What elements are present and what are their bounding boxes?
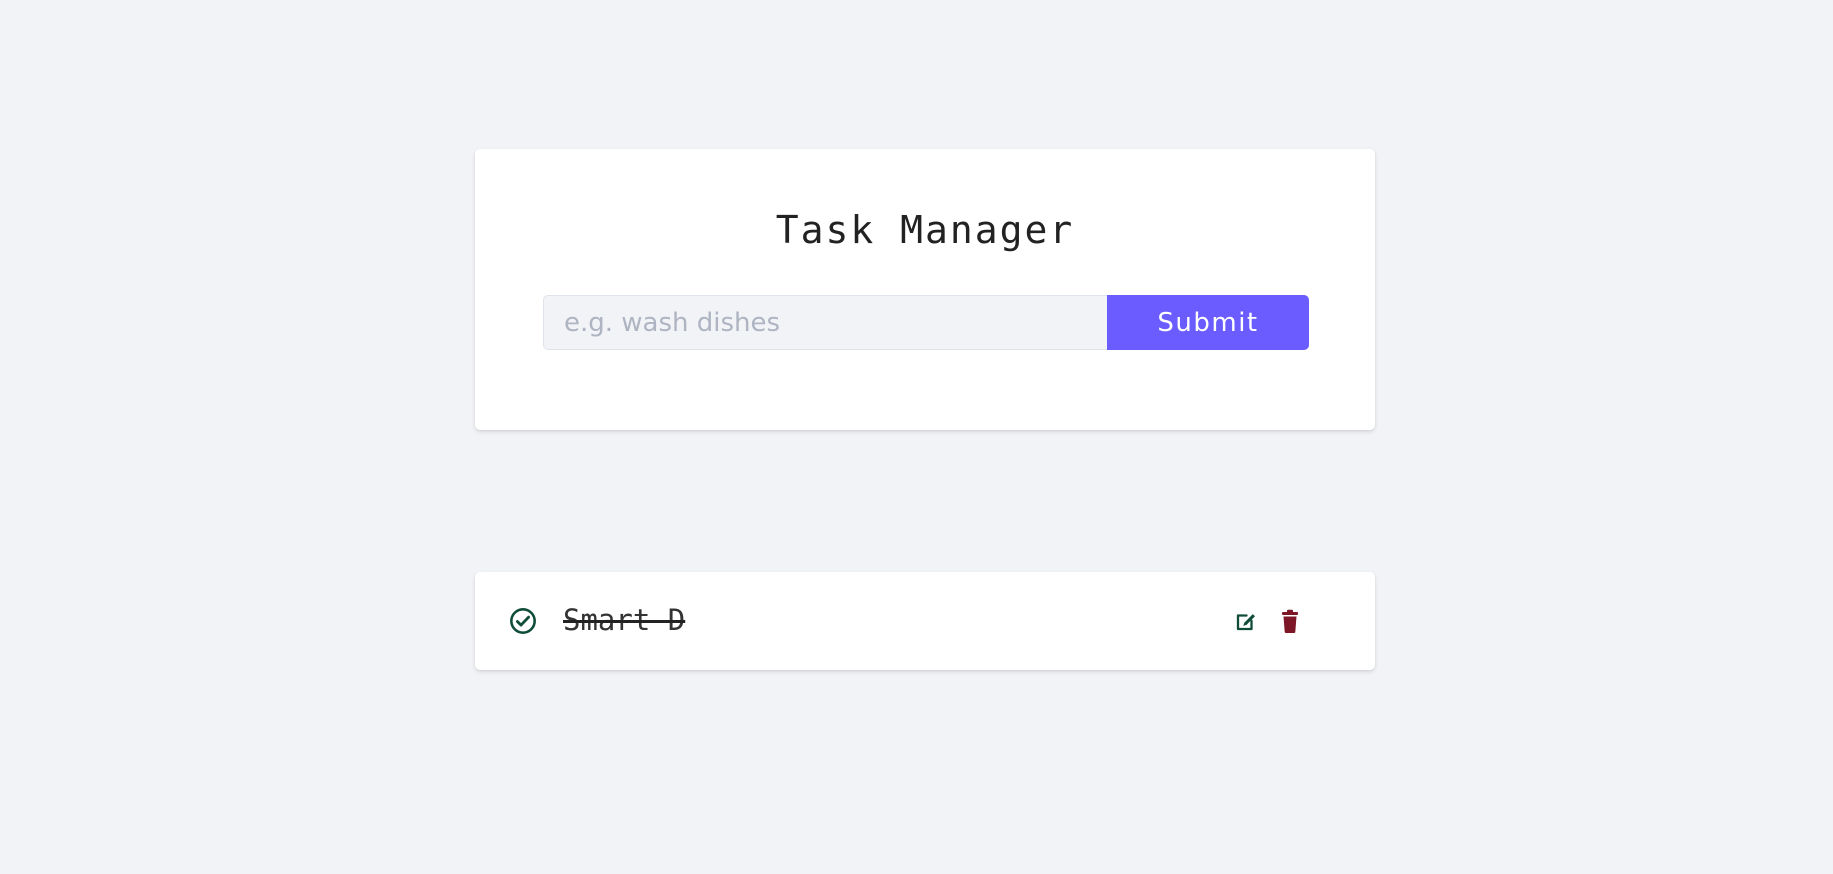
task-form-card: Task Manager Submit xyxy=(475,149,1375,430)
task-form: Submit xyxy=(543,295,1309,350)
task-item: Smart D xyxy=(475,572,1375,670)
trash-icon[interactable] xyxy=(1280,609,1300,633)
task-input[interactable] xyxy=(543,295,1107,350)
page-title: Task Manager xyxy=(775,208,1075,252)
check-circle-icon[interactable] xyxy=(509,607,537,635)
submit-button[interactable]: Submit xyxy=(1107,295,1309,350)
edit-icon[interactable] xyxy=(1234,609,1258,633)
task-text: Smart D xyxy=(563,603,686,637)
task-list: Smart D xyxy=(475,572,1375,670)
